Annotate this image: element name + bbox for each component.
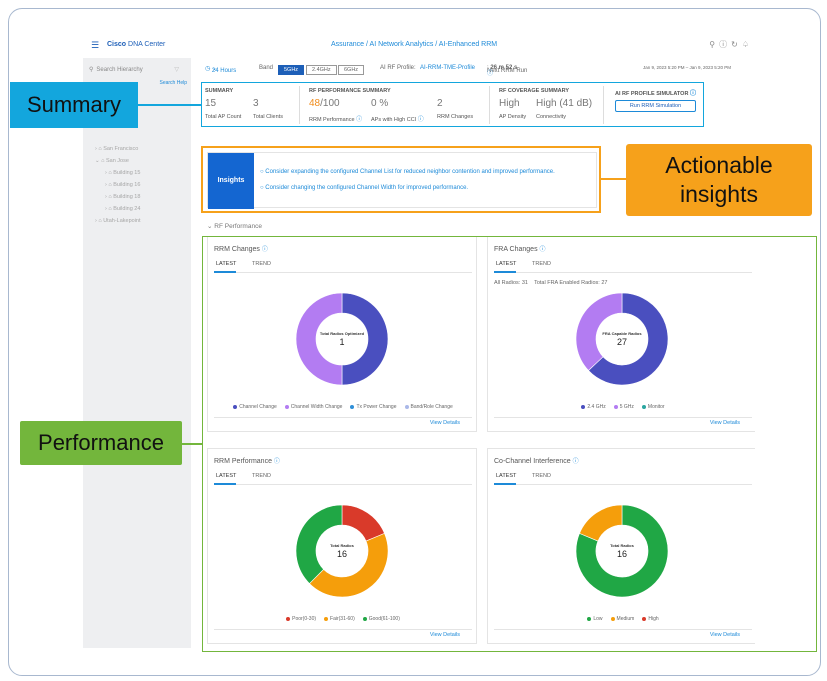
profile-link[interactable]: AI-RRM-TME-Profile: [420, 65, 475, 71]
control-bar: ◷ 24 Hours ⌄ Band 5GHz 2.4GHz 6GHz AI RF…: [195, 62, 755, 77]
summary-callout: Summary: [10, 82, 138, 128]
search-help-link[interactable]: Search Help: [159, 80, 187, 86]
insights-connector: [601, 178, 627, 180]
band-24ghz-button[interactable]: 2.4GHz: [306, 65, 337, 75]
summary-connector: [138, 104, 202, 106]
performance-connector: [182, 443, 203, 445]
sidebar-item[interactable]: › ⌂ Building 16: [105, 182, 140, 188]
sidebar-item[interactable]: › ⌂ Building 24: [105, 206, 140, 212]
top-icons: ⚲ⓘ↻♤: [709, 39, 753, 50]
sidebar-item[interactable]: › ⌂ Building 15: [105, 170, 140, 176]
search-icon: ⚲: [89, 67, 94, 73]
time-range-select[interactable]: ◷ 24 Hours ⌄: [205, 65, 236, 74]
insights-highlight-box: [201, 146, 601, 213]
performance-highlight-box: [202, 236, 817, 652]
filter-icon[interactable]: ▽: [174, 66, 179, 73]
next-run-label: Next RRM Run ⓘ: 26 m 52 s: [487, 65, 528, 77]
sidebar-item[interactable]: ⌄ ⌂ San Jose: [95, 158, 129, 164]
menu-icon[interactable]: ☰: [91, 40, 99, 51]
app-title: Cisco DNA Center: [107, 41, 166, 48]
search-input[interactable]: ⚲ Search Hierarchy ▽: [89, 66, 183, 73]
band-6ghz-button[interactable]: 6GHz: [338, 65, 365, 75]
actionable-insights-callout: Actionable insights: [626, 144, 812, 216]
notification-icon[interactable]: ♤: [742, 40, 753, 49]
top-bar: ☰ Cisco DNA Center Assurance / AI Networ…: [83, 36, 755, 54]
refresh-icon[interactable]: ↻: [731, 40, 742, 49]
band-5ghz-button[interactable]: 5GHz: [278, 65, 305, 75]
performance-callout: Performance: [20, 421, 182, 465]
callout-line: insights: [680, 181, 758, 207]
summary-highlight-box: [201, 82, 704, 127]
callout-line: Actionable: [665, 152, 773, 178]
hierarchy-sidebar: ⚲ Search Hierarchy ▽ Search Help › ⌂ San …: [83, 58, 191, 648]
profile-label: AI RF Profile:: [380, 65, 416, 71]
sidebar-item[interactable]: › ⌂ Building 18: [105, 194, 140, 200]
band-label: Band: [259, 65, 274, 71]
sidebar-item[interactable]: › ⌂ San Francisco: [95, 146, 138, 152]
date-range: Jan 9, 2023 5:20 PM – Jan 9, 2023 5:20 P…: [643, 65, 732, 70]
search-icon[interactable]: ⚲: [709, 40, 719, 49]
rf-performance-section-toggle[interactable]: ⌄ RF Performance: [207, 222, 262, 230]
breadcrumb[interactable]: Assurance / AI Network Analytics / AI-En…: [331, 41, 497, 48]
sidebar-item[interactable]: › ⌂ Utah-Lakepoint: [95, 218, 141, 224]
help-icon[interactable]: ⓘ: [719, 40, 731, 49]
